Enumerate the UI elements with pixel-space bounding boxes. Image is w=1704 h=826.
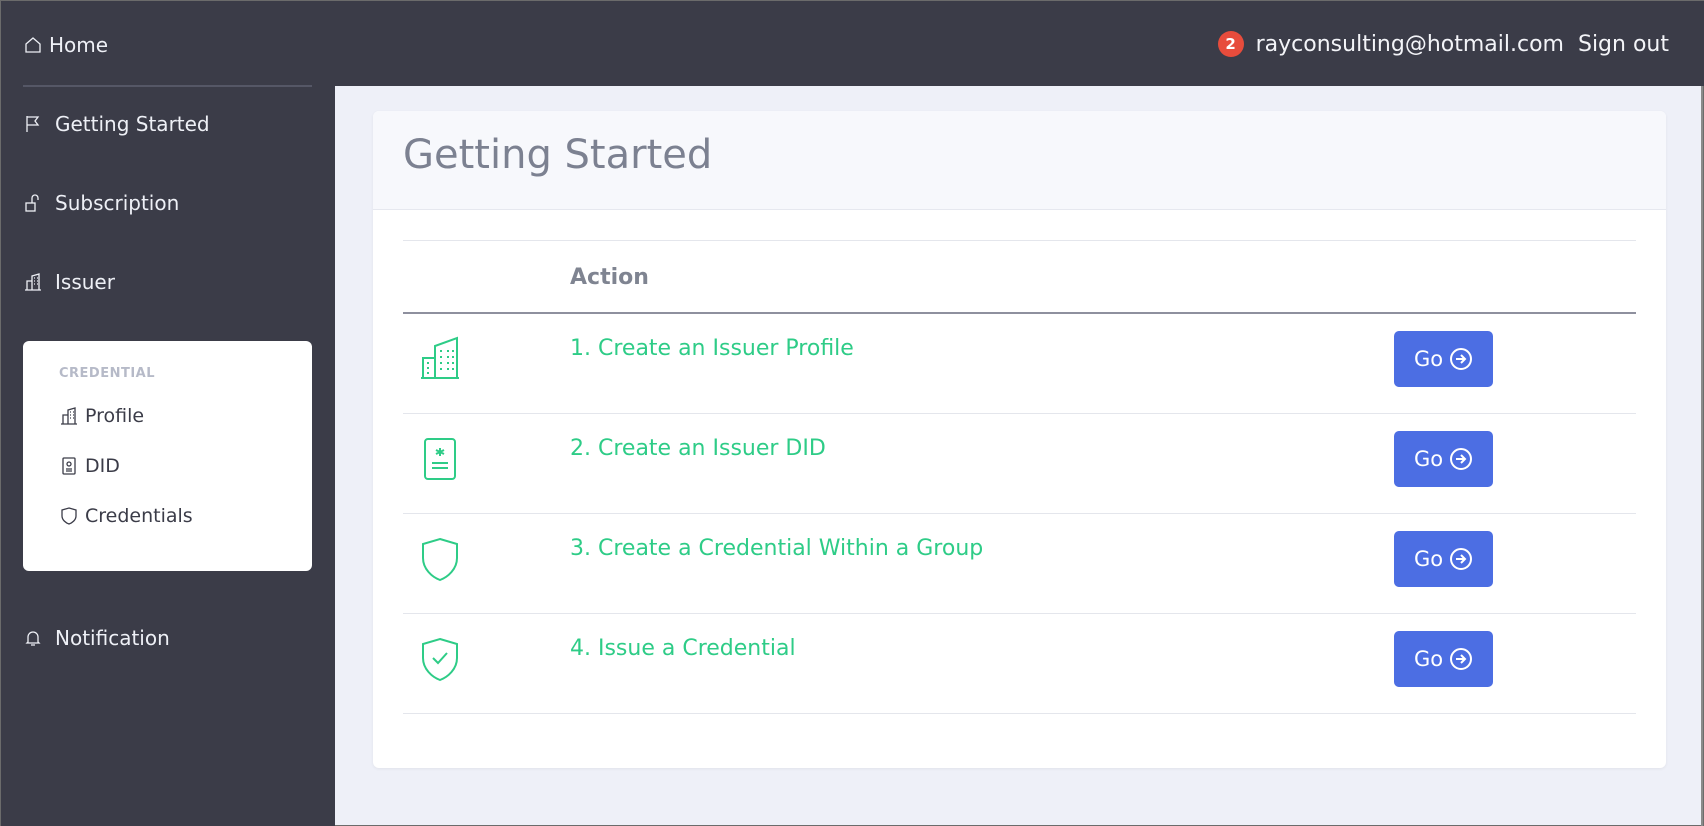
- user-area: 2 rayconsulting@hotmail.com Sign out: [1217, 31, 1669, 57]
- user-email[interactable]: rayconsulting@hotmail.com: [1256, 32, 1564, 57]
- submenu-item-label: Credentials: [85, 505, 193, 527]
- id-card-icon: [62, 457, 76, 475]
- go-button[interactable]: Go: [1394, 331, 1493, 387]
- home-icon: [25, 37, 41, 53]
- go-button[interactable]: Go: [1394, 631, 1493, 687]
- table-row: 4. Issue a Credential Go: [403, 614, 1636, 714]
- action-link[interactable]: 4. Issue a Credential: [570, 636, 796, 661]
- getting-started-card: Getting Started Action 1. Create an Issu…: [373, 111, 1666, 768]
- window-border: [1701, 86, 1703, 826]
- go-button-label: Go: [1413, 647, 1444, 671]
- notification-badge[interactable]: 2: [1217, 31, 1244, 57]
- arrow-circle-right-icon: [1450, 548, 1473, 570]
- sidebar-item-label: Getting Started: [55, 112, 210, 136]
- table-row: 3. Create a Credential Within a Group Go: [403, 514, 1636, 614]
- home-link[interactable]: Home: [23, 33, 108, 57]
- building-icon: [421, 336, 459, 379]
- go-button-label: Go: [1413, 447, 1444, 471]
- go-button-label: Go: [1413, 547, 1444, 571]
- sidebar-item-label: Notification: [55, 626, 170, 650]
- submenu-item-profile[interactable]: Profile: [59, 405, 144, 427]
- arrow-circle-right-icon: [1450, 448, 1473, 470]
- id-card-icon: [424, 438, 456, 480]
- table-header: Action: [403, 241, 1636, 314]
- sidebar-item-issuer[interactable]: Issuer: [23, 270, 115, 294]
- building-icon: [25, 273, 41, 291]
- submenu-item-did[interactable]: DID: [59, 455, 120, 477]
- column-header-action: Action: [570, 265, 649, 290]
- issuer-submenu: CREDENTIAL Profile DID Credentials: [23, 341, 312, 571]
- submenu-item-label: Profile: [85, 405, 145, 427]
- sidebar-item-notification[interactable]: Notification: [23, 626, 170, 650]
- sidebar-item-subscription[interactable]: Subscription: [23, 191, 179, 215]
- submenu-title: CREDENTIAL: [59, 366, 156, 381]
- action-link[interactable]: 1. Create an Issuer Profile: [570, 336, 854, 361]
- card-header: Getting Started: [373, 111, 1666, 210]
- arrow-circle-right-icon: [1450, 648, 1473, 670]
- submenu-item-credentials[interactable]: Credentials: [59, 505, 193, 527]
- arrow-circle-right-icon: [1450, 348, 1473, 370]
- submenu-item-label: DID: [85, 455, 120, 477]
- table-row: 2. Create an Issuer DID Go: [403, 414, 1636, 514]
- unlock-icon: [25, 194, 39, 212]
- table-row: 1. Create an Issuer Profile Go: [403, 314, 1636, 414]
- home-label: Home: [49, 33, 109, 57]
- shield-icon: [422, 537, 458, 582]
- sign-out-link[interactable]: Sign out: [1578, 32, 1669, 57]
- bell-icon: [25, 631, 41, 646]
- sidebar: Getting Started Subscription Issuer CRED…: [1, 87, 335, 826]
- page-title: Getting Started: [403, 132, 713, 178]
- building-icon: [61, 407, 77, 425]
- sidebar-item-getting-started[interactable]: Getting Started: [23, 112, 210, 136]
- go-button[interactable]: Go: [1394, 431, 1493, 487]
- main-content: Getting Started Action 1. Create an Issu…: [335, 86, 1703, 825]
- sidebar-item-label: Issuer: [55, 270, 115, 294]
- top-bar: Home 2 rayconsulting@hotmail.com Sign ou…: [1, 1, 1704, 86]
- flag-icon: [26, 116, 40, 132]
- go-button[interactable]: Go: [1394, 531, 1493, 587]
- shield-check-icon: [422, 637, 458, 682]
- go-button-label: Go: [1413, 347, 1444, 371]
- sidebar-item-label: Subscription: [55, 191, 180, 215]
- action-link[interactable]: 2. Create an Issuer DID: [570, 436, 826, 461]
- action-table: Action 1. Create an Issuer Profile Go 2.…: [403, 240, 1636, 714]
- action-link[interactable]: 3. Create a Credential Within a Group: [570, 536, 983, 561]
- shield-icon: [61, 507, 77, 525]
